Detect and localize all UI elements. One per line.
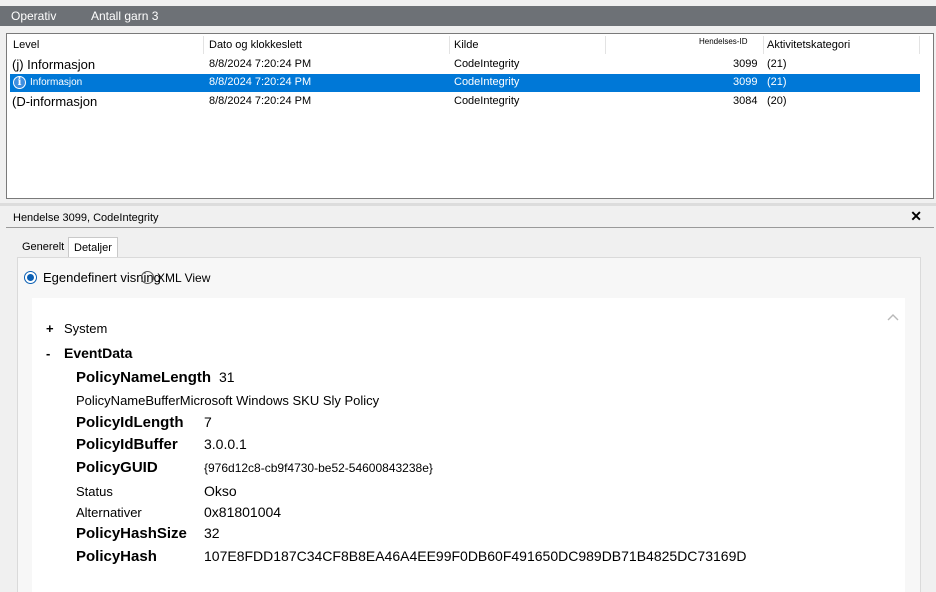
field-key: PolicyIdBuffer — [76, 436, 178, 453]
system-node[interactable]: + System — [46, 321, 107, 336]
event-category: (20) — [767, 95, 787, 107]
event-source: CodeIntegrity — [454, 76, 520, 88]
log-titlebar: Operativ Antall garn 3 — [0, 6, 936, 26]
column-header-source[interactable]: Kilde — [454, 39, 478, 51]
field-value: 0x81801004 — [204, 504, 282, 520]
info-icon: i — [13, 76, 26, 89]
field-value: 7 — [204, 414, 212, 430]
event-source: CodeIntegrity — [454, 58, 520, 70]
field-key: PolicyIdLength — [76, 414, 184, 431]
expand-toggle[interactable]: + — [46, 321, 64, 336]
event-detail-header: Hendelse 3099, CodeIntegrity ✕ — [6, 208, 934, 228]
tab-details[interactable]: Detaljer — [68, 237, 118, 257]
xml-view-radio[interactable] — [141, 271, 154, 284]
field-key: PolicyGUID — [76, 459, 158, 476]
field-value: 107E8FDD187C34CF8B8EA46A4EE99F0DB60F4916… — [204, 548, 747, 564]
collapse-toggle[interactable]: - — [46, 346, 64, 361]
column-separator[interactable] — [763, 36, 764, 54]
column-header-level[interactable]: Level — [13, 39, 39, 51]
log-name: Operativ — [11, 9, 57, 23]
column-separator[interactable] — [919, 36, 920, 54]
column-header-datetime[interactable]: Dato og klokkeslett — [209, 39, 302, 51]
field-value: 31 — [219, 369, 235, 385]
eventdata-node[interactable]: - EventData — [46, 345, 132, 361]
column-header-category[interactable]: Aktivitetskategori — [767, 39, 850, 51]
event-category: (21) — [767, 76, 787, 88]
field-key: Alternativer — [76, 505, 142, 520]
tab-general[interactable]: Generelt — [17, 237, 69, 257]
field-value: Okso — [204, 483, 237, 499]
event-row-selected[interactable]: i Informasjon 8/8/2024 7:20:24 PM CodeIn… — [10, 74, 920, 92]
event-level: (j) Informasjon — [12, 57, 96, 72]
event-datetime: 8/8/2024 7:20:24 PM — [209, 58, 312, 70]
event-data-viewer[interactable]: + System - EventData PolicyNameLength 31 P… — [32, 298, 905, 592]
event-level: (D-informasjon — [12, 94, 98, 109]
field-key: PolicyHashSize — [76, 525, 187, 542]
scroll-up-icon[interactable] — [886, 312, 900, 322]
close-icon[interactable]: ✕ — [910, 208, 922, 225]
events-list[interactable]: Level Dato og klokkeslett Kilde Hendelse… — [6, 33, 934, 199]
field-value: {976d12c8-cb9f4730-be52-54600843238e} — [204, 461, 433, 475]
column-separator[interactable] — [605, 36, 606, 54]
event-row[interactable]: (j) Informasjon 8/8/2024 7:20:24 PM Code… — [10, 56, 920, 74]
event-id: 3099 — [733, 58, 758, 70]
field-key: Status — [76, 484, 113, 499]
event-source: CodeIntegrity — [454, 95, 520, 107]
event-category: (21) — [767, 58, 787, 70]
column-header-event-id[interactable]: Hendelses-ID — [699, 37, 747, 46]
system-node-label: System — [64, 321, 108, 336]
column-separator[interactable] — [203, 36, 204, 54]
field-key: PolicyHash — [76, 548, 157, 565]
details-panel: Egendefinert visning XML View + System -E… — [17, 257, 921, 592]
friendly-view-radio[interactable] — [24, 271, 37, 284]
column-separator[interactable] — [449, 36, 450, 54]
event-datetime: 8/8/2024 7:20:24 PM — [209, 95, 312, 107]
field-key: PolicyNameLength — [76, 369, 212, 386]
event-id: 3084 — [733, 95, 758, 107]
eventdata-node-label: EventData — [64, 345, 133, 361]
event-datetime: 8/8/2024 7:20:24 PM — [209, 76, 312, 88]
field-value: 32 — [204, 525, 220, 541]
field-value: 3.0.0.1 — [204, 436, 247, 452]
event-detail-title: Hendelse 3099, CodeIntegrity — [13, 212, 159, 224]
xml-view-label[interactable]: XML View — [157, 271, 210, 285]
event-id: 3099 — [733, 76, 758, 88]
field-key: PolicyNameBufferMicrosoft Windows SKU Sl… — [76, 393, 380, 408]
event-level: Informasjon — [30, 77, 83, 88]
event-row[interactable]: (D-informasjon 8/8/2024 7:20:24 PM CodeI… — [10, 93, 920, 111]
event-count: Antall garn 3 — [91, 9, 159, 23]
pane-splitter[interactable] — [0, 203, 936, 206]
